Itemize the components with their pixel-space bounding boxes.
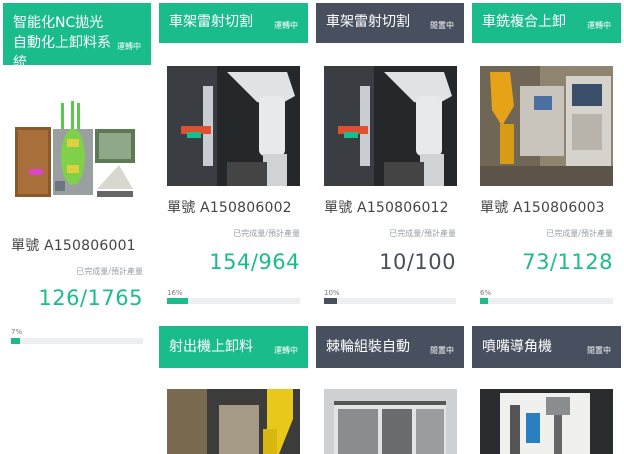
machine-card[interactable]: 車銑複合上卸 運轉中 單號 A150806003 已完成量/預計產量 73/11… bbox=[472, 3, 621, 313]
card-header: 射出機上卸料 運轉中 bbox=[159, 326, 308, 368]
machine-card[interactable]: 車架雷射切割 閒置中 單號 A150806012 已完成量/預計產量 10/10… bbox=[316, 3, 464, 313]
status-badge: 運轉中 bbox=[117, 42, 141, 51]
machine-name: 車架雷射切割 bbox=[169, 14, 253, 30]
progress-bar bbox=[480, 298, 613, 304]
progress-fill bbox=[11, 338, 21, 344]
progress-fill bbox=[167, 298, 189, 304]
progress-bar bbox=[324, 298, 456, 304]
progress-value: 126/1765 bbox=[38, 286, 143, 310]
machine-card[interactable]: 噴嘴導角機 閒置中 bbox=[472, 326, 621, 454]
order-number: 單號 A150806003 bbox=[480, 200, 605, 216]
progress-label: 已完成量/預計產量 bbox=[233, 229, 300, 238]
progress-label: 已完成量/預計產量 bbox=[546, 229, 613, 238]
status-badge: 閒置中 bbox=[430, 21, 454, 30]
status-badge: 運轉中 bbox=[274, 346, 298, 355]
machine-photo bbox=[167, 389, 300, 454]
machine-photo bbox=[480, 389, 613, 454]
order-number: 單號 A150806012 bbox=[324, 200, 449, 216]
machine-card[interactable]: 棘輪組裝自動 閒置中 bbox=[316, 326, 464, 454]
machine-photo bbox=[480, 66, 613, 186]
card-header: 車架雷射切割 運轉中 bbox=[159, 3, 308, 43]
progress-value: 10/100 bbox=[379, 250, 456, 274]
machine-name: 車銑複合上卸 bbox=[482, 14, 566, 30]
percent-label: 10% bbox=[324, 289, 340, 297]
machine-photo bbox=[324, 66, 457, 186]
machine-name: 射出機上卸料 bbox=[169, 339, 253, 355]
machine-card[interactable]: 車架雷射切割 運轉中 單號 A150806002 已完成量/預計產量 154/9… bbox=[159, 3, 308, 313]
progress-bar bbox=[11, 338, 143, 344]
card-header: 噴嘴導角機 閒置中 bbox=[472, 326, 621, 368]
machine-name: 棘輪組裝自動 bbox=[326, 339, 410, 355]
machine-name: 車架雷射切割 bbox=[326, 14, 410, 30]
machine-name: 智能化NC拋光 自動化上卸料系統 bbox=[13, 15, 111, 71]
card-header: 車銑複合上卸 運轉中 bbox=[472, 3, 621, 43]
card-header: 棘輪組裝自動 閒置中 bbox=[316, 326, 464, 368]
machine-name: 噴嘴導角機 bbox=[482, 339, 552, 355]
percent-label: 7% bbox=[11, 328, 23, 336]
order-number: 單號 A150806002 bbox=[167, 200, 292, 216]
status-badge: 閒置中 bbox=[587, 346, 611, 355]
progress-value: 73/1128 bbox=[522, 250, 613, 274]
card-header: 車架雷射切割 閒置中 bbox=[316, 3, 464, 43]
progress-value: 154/964 bbox=[209, 250, 300, 274]
progress-bar bbox=[167, 298, 300, 304]
percent-label: 6% bbox=[480, 289, 492, 297]
order-number: 單號 A150806001 bbox=[11, 238, 136, 254]
card-header: 智能化NC拋光 自動化上卸料系統 運轉中 bbox=[3, 3, 151, 71]
progress-label: 已完成量/預計產量 bbox=[389, 229, 456, 238]
machine-card[interactable]: 智能化NC拋光 自動化上卸料系統 運轉中 單號 A150806001 已完成量/… bbox=[3, 3, 151, 348]
status-badge: 閒置中 bbox=[430, 346, 454, 355]
machine-photo bbox=[167, 66, 300, 186]
percent-label: 16% bbox=[167, 289, 183, 297]
progress-fill bbox=[480, 298, 488, 304]
machine-card[interactable]: 射出機上卸料 運轉中 bbox=[159, 326, 308, 454]
status-badge: 運轉中 bbox=[587, 21, 611, 30]
progress-fill bbox=[324, 298, 338, 304]
machine-layout-image bbox=[15, 99, 135, 211]
machine-photo bbox=[324, 389, 457, 454]
status-badge: 運轉中 bbox=[274, 21, 298, 30]
progress-label: 已完成量/預計產量 bbox=[76, 267, 143, 276]
